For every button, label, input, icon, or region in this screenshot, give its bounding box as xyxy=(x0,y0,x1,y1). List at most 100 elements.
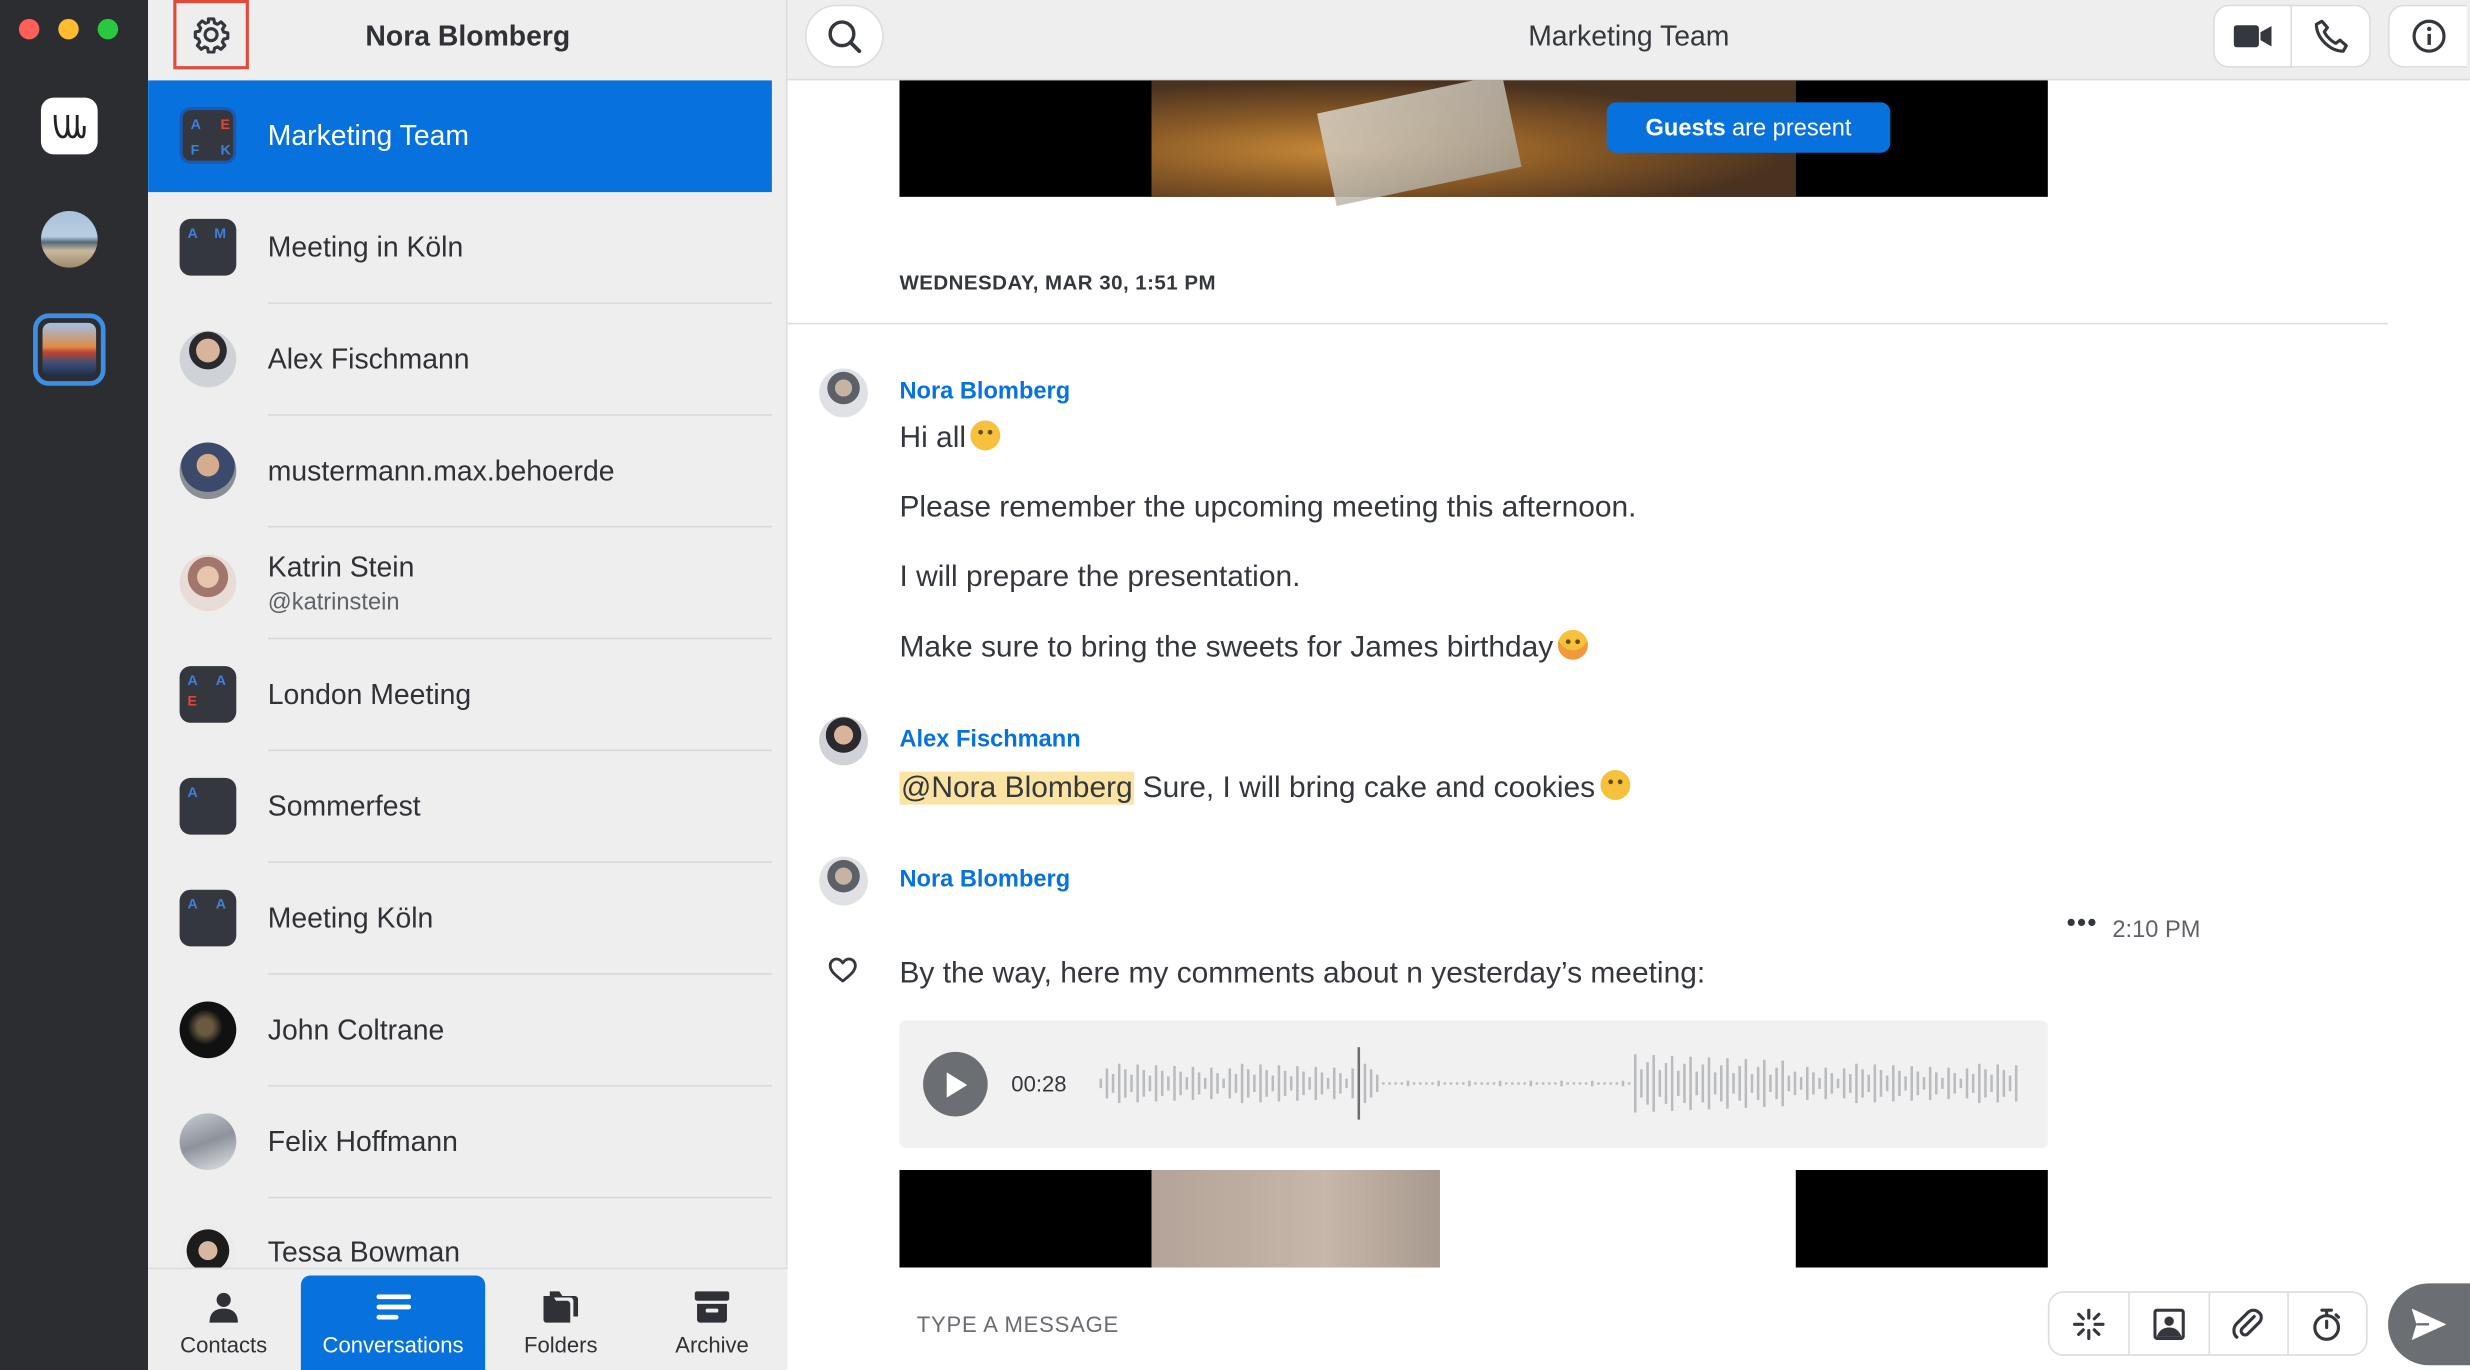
waveform-bar xyxy=(1117,1063,1121,1104)
waveform-bar xyxy=(1511,1082,1514,1085)
tab-contacts[interactable]: Contacts xyxy=(148,1276,299,1370)
waveform-bar xyxy=(1793,1071,1797,1096)
timed-message-button[interactable] xyxy=(2286,1292,2366,1355)
conversation-item-felix-hoffmann[interactable]: Felix Hoffmann xyxy=(148,1087,772,1199)
waveform-bar xyxy=(1191,1066,1195,1100)
conversation-item-london-meeting[interactable]: A A E London Meeting xyxy=(148,639,772,752)
image-upload-button[interactable] xyxy=(2128,1292,2208,1355)
waveform-bar xyxy=(1695,1071,1698,1096)
waveform-bar xyxy=(1283,1070,1287,1096)
conversation-list[interactable]: A E F K Marketing Team A M Meeting in Kö… xyxy=(148,80,788,1268)
waveform-bar xyxy=(1382,1082,1385,1085)
conversations-icon xyxy=(375,1290,411,1325)
account-wire-logo[interactable] xyxy=(40,97,98,155)
waveform-bar xyxy=(1609,1082,1612,1085)
conversation-item-alex-fischmann[interactable]: Alex Fischmann xyxy=(148,304,772,416)
conversation-item-meeting-in-koeln[interactable]: A M Meeting in Köln xyxy=(148,192,772,304)
waveform-bar xyxy=(1775,1067,1778,1100)
photo-object xyxy=(1317,80,1522,207)
waveform-bar xyxy=(1812,1072,1815,1095)
message-more-button[interactable]: ••• xyxy=(2067,910,2098,938)
avatar-letter: A xyxy=(187,672,198,689)
conversation-username: @katrinstein xyxy=(267,588,400,616)
waveform-bar xyxy=(1744,1058,1748,1108)
message-line: Make sure to bring the sweets for James … xyxy=(899,631,1554,665)
waveform-bar xyxy=(1369,1069,1373,1098)
message-author[interactable]: Alex Fischmann xyxy=(899,726,1080,753)
window-zoom-button[interactable] xyxy=(97,18,119,40)
account-avatar-bridge xyxy=(42,322,97,377)
play-audio-button[interactable] xyxy=(923,1051,988,1117)
avatar-letter: A xyxy=(215,672,227,689)
tab-conversations[interactable]: Conversations xyxy=(300,1275,486,1370)
window-close-button[interactable] xyxy=(18,18,40,40)
waveform-bar xyxy=(1867,1074,1870,1093)
waveform-bar xyxy=(1517,1082,1520,1085)
conversation-item-sommerfest[interactable]: A Sommerfest xyxy=(148,751,772,863)
waveform-bar xyxy=(1111,1073,1115,1093)
image-message-bottom[interactable] xyxy=(899,1170,2048,1268)
waveform-bar xyxy=(1480,1082,1483,1085)
audio-waveform[interactable] xyxy=(1099,1042,2022,1124)
waveform-bar xyxy=(1652,1055,1655,1112)
waveform-bar xyxy=(1738,1066,1741,1101)
waveform-bar xyxy=(1351,1068,1354,1099)
avatar[interactable] xyxy=(819,368,868,418)
audio-call-button[interactable] xyxy=(2291,4,2371,68)
waveform-bar xyxy=(1947,1067,1950,1100)
attach-file-button[interactable] xyxy=(2207,1292,2287,1355)
waveform-bar xyxy=(1572,1082,1576,1085)
avatar[interactable] xyxy=(819,856,868,906)
waveform-bar xyxy=(1222,1078,1225,1089)
person-icon xyxy=(208,1290,240,1325)
avatar[interactable] xyxy=(819,716,868,766)
like-button[interactable] xyxy=(828,957,857,990)
waveform-bar xyxy=(1959,1078,1963,1089)
conversation-item-tessa-bowman[interactable]: Tessa Bowman xyxy=(148,1198,772,1268)
waveform-bar xyxy=(1670,1055,1674,1111)
account-name: Nora Blomberg xyxy=(365,20,571,52)
waveform-bar xyxy=(1179,1071,1182,1096)
waveform-bar xyxy=(1339,1073,1342,1094)
group-avatar: A E F K xyxy=(179,107,237,164)
waveform-bar xyxy=(1388,1082,1391,1085)
waveform-bar xyxy=(1830,1073,1834,1094)
tab-archive[interactable]: Archive xyxy=(636,1276,787,1370)
video-call-button[interactable] xyxy=(2213,4,2292,68)
conversation-item-meeting-koeln[interactable]: A A Meeting Köln xyxy=(148,863,772,975)
message-input[interactable]: TYPE A MESSAGE xyxy=(917,1312,1119,1337)
waveform-bar xyxy=(1296,1066,1299,1101)
conversation-item-john-coltrane[interactable]: John Coltrane xyxy=(148,975,772,1087)
window-minimize-button[interactable] xyxy=(58,18,79,40)
conversation-label: John Coltrane xyxy=(267,1014,445,1046)
account-avatar-active[interactable] xyxy=(33,313,106,386)
waveform-bar xyxy=(1664,1062,1668,1104)
message-text: Hi all xyxy=(899,420,1001,456)
archive-icon xyxy=(694,1290,730,1325)
send-button[interactable] xyxy=(2388,1283,2470,1366)
waveform-bar xyxy=(1099,1078,1103,1089)
waveform-bar xyxy=(1763,1059,1766,1108)
waveform-bar xyxy=(1707,1057,1711,1110)
audio-duration: 00:28 xyxy=(1011,1070,1067,1096)
conversation-item-mustermann[interactable]: mustermann.max.behoerde xyxy=(148,416,772,528)
message-list[interactable]: Guests are present WEDNESDAY, MAR 30, 1:… xyxy=(787,80,2470,1268)
waveform-bar xyxy=(1271,1075,1275,1092)
waveform-bar xyxy=(1996,1064,1999,1103)
waveform-bar xyxy=(1554,1082,1557,1085)
conversation-info-button[interactable] xyxy=(2388,4,2467,68)
message-composer: TYPE A MESSAGE xyxy=(787,1267,2470,1370)
image-message-top[interactable]: Guests are present xyxy=(899,80,2048,207)
message-author[interactable]: Nora Blomberg xyxy=(899,866,1070,893)
waveform-bar xyxy=(1136,1064,1139,1103)
tab-folders[interactable]: Folders xyxy=(485,1276,636,1370)
ping-button[interactable] xyxy=(2049,1293,2128,1354)
conversation-item-katrin-stein[interactable]: Katrin Stein @katrinstein xyxy=(148,528,772,640)
user-mention[interactable]: @Nora Blomberg xyxy=(899,771,1135,805)
waveform-bar xyxy=(1326,1077,1330,1089)
waveform-bar xyxy=(1769,1074,1772,1093)
avatar xyxy=(179,554,237,611)
account-avatar-beach[interactable] xyxy=(40,211,98,268)
conversation-item-marketing-team[interactable]: A E F K Marketing Team xyxy=(148,80,772,193)
message-author[interactable]: Nora Blomberg xyxy=(899,378,1070,405)
